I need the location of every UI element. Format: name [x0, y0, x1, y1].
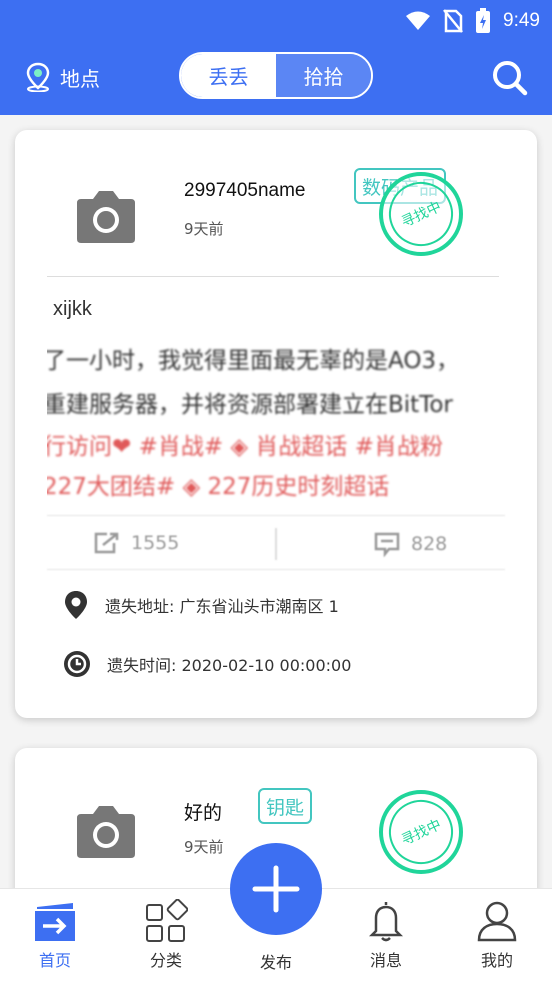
- battery-icon: [476, 8, 491, 33]
- share-count-value: 1555: [131, 532, 180, 554]
- post-username: 好的: [184, 803, 223, 824]
- search-icon[interactable]: [490, 58, 530, 98]
- location-pin-icon: [26, 62, 50, 92]
- nav-home[interactable]: 首页: [15, 899, 95, 971]
- camera-placeholder-icon: [77, 806, 135, 858]
- comment-icon: [374, 532, 400, 557]
- no-sim-icon: [443, 9, 463, 33]
- nav-mine-label: 我的: [480, 951, 513, 970]
- wifi-icon: [406, 11, 431, 30]
- share-icon: [94, 532, 119, 554]
- image-text-line: 重建服务器，并将资源部署建立在BitTor: [47, 392, 453, 418]
- location-button[interactable]: 地点: [24, 62, 100, 92]
- post-title: xijkk: [53, 298, 92, 320]
- stamp-text: 寻找中: [378, 171, 464, 257]
- lost-time: 遗失时间: 2020-02-10 00:00:00: [63, 650, 351, 678]
- nav-publish-label[interactable]: 发布: [236, 949, 316, 973]
- image-text-line: 行访问❤ #肖战# ◈ 肖战超话 #肖战粉: [47, 434, 444, 460]
- stamp-text: 寻找中: [378, 789, 464, 875]
- grid-icon: [146, 899, 188, 942]
- lost-address: 遗失地址: 广东省汕头市潮南区 1: [63, 590, 339, 620]
- lost-found-toggle[interactable]: 丢丢 拾拾: [179, 52, 373, 99]
- stats-separator: [275, 528, 277, 560]
- lost-time-text: 遗失时间: 2020-02-10 00:00:00: [107, 656, 352, 675]
- plus-icon: [252, 865, 300, 913]
- post-username: 2997405name: [184, 180, 306, 201]
- tab-lost[interactable]: 丢丢: [181, 54, 276, 97]
- image-text-line: 了一小时，我觉得里面最无辜的是AO3，: [47, 348, 460, 374]
- nav-messages-label: 消息: [369, 951, 402, 970]
- nav-category[interactable]: 分类: [126, 899, 206, 971]
- post-card[interactable]: 2997405name 9天前 数码产品 寻找中 xijkk 了一小时，我觉得里…: [15, 130, 537, 718]
- post-time-ago: 9天前: [184, 220, 224, 238]
- app-header: 9:49 地点 丢丢 拾拾: [0, 0, 552, 115]
- clock: 9:49: [503, 10, 540, 31]
- comment-count[interactable]: 828: [373, 531, 447, 557]
- image-text-line: 227大团结# ◈ 227历史时刻超话: [47, 474, 390, 500]
- post-image[interactable]: 了一小时，我觉得里面最无辜的是AO3， 重建服务器，并将资源部署建立在BitTo…: [47, 335, 505, 500]
- post-time-ago: 9天前: [184, 838, 224, 856]
- camera-placeholder-icon: [77, 191, 135, 243]
- divider: [47, 276, 499, 277]
- nav-home-label: 首页: [38, 951, 71, 970]
- status-bar: 9:49: [405, 6, 540, 36]
- tab-found[interactable]: 拾拾: [276, 54, 371, 97]
- comment-count-value: 828: [411, 533, 448, 555]
- searching-stamp: 寻找中: [378, 789, 464, 875]
- user-icon: [477, 901, 517, 942]
- category-tag: 钥匙: [258, 788, 313, 824]
- nav-messages[interactable]: 消息: [346, 899, 426, 971]
- location-label: 地点: [60, 66, 100, 91]
- nav-mine[interactable]: 我的: [457, 899, 537, 971]
- bell-icon: [368, 902, 404, 942]
- lost-address-text: 遗失地址: 广东省汕头市潮南区 1: [105, 597, 339, 616]
- home-arrow-icon: [35, 903, 75, 941]
- clock-icon: [64, 651, 90, 677]
- share-count[interactable]: 1555: [93, 531, 179, 555]
- map-pin-icon: [65, 591, 87, 619]
- nav-category-label: 分类: [149, 951, 182, 970]
- publish-button[interactable]: [230, 843, 322, 935]
- post-stats: 1555 828: [47, 515, 505, 570]
- searching-stamp: 寻找中: [378, 171, 464, 257]
